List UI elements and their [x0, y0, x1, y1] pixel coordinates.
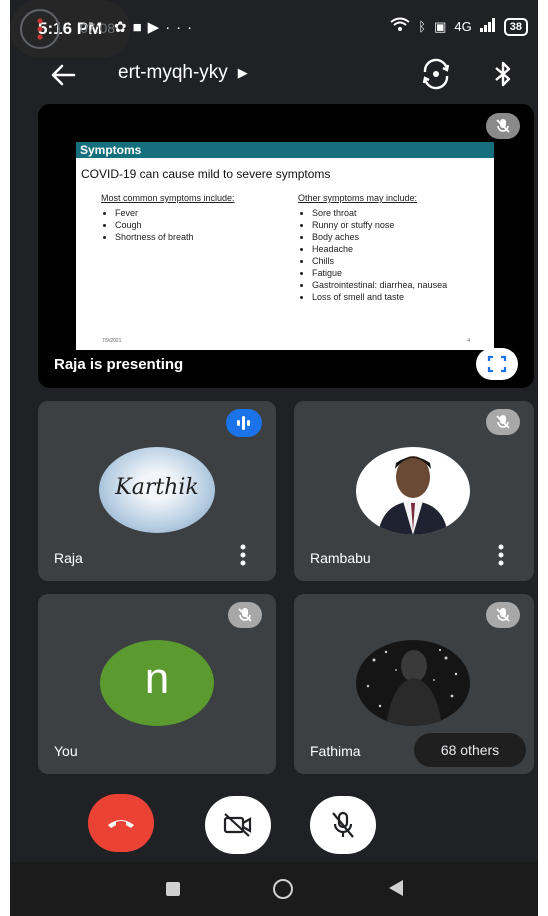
end-call-icon	[108, 820, 134, 828]
switch-camera-icon	[422, 58, 450, 90]
slide-date: 7/9/2021	[102, 338, 122, 344]
slide-right-item: Body aches	[312, 231, 458, 243]
slide-left-item: Cough	[115, 219, 241, 231]
slide-left-item: Shortness of breath	[115, 231, 241, 243]
participant-tile-you[interactable]: n You	[38, 594, 276, 774]
back-button[interactable]	[48, 60, 78, 90]
speaking-indicator-icon	[226, 409, 262, 437]
avatar-letter: n	[100, 640, 214, 726]
mic-off-icon	[486, 602, 520, 628]
mic-off-icon	[228, 602, 262, 628]
more-dots-icon: ···	[165, 19, 199, 36]
nav-back-icon[interactable]	[388, 879, 404, 902]
more-vert-icon	[498, 544, 504, 566]
more-options-button[interactable]	[494, 543, 508, 567]
slide-left-heading: Most common symptoms include:	[101, 193, 235, 203]
participant-name: Raja	[54, 550, 83, 566]
end-call-button[interactable]	[88, 794, 154, 852]
caret-right-icon: ▶	[237, 65, 248, 80]
slide-right-item: Headache	[312, 243, 458, 255]
participant-tile-rambabu[interactable]: Rambabu	[294, 401, 534, 581]
bluetooth-status-icon: ᛒ	[418, 19, 427, 34]
slide-right-item: Chills	[312, 255, 458, 267]
network-type: 4G	[454, 19, 472, 34]
gear-icon: ✿	[114, 19, 133, 36]
nfc-icon: ▣	[434, 18, 447, 34]
slide-right-heading: Other symptoms may include:	[298, 193, 418, 203]
participant-name: You	[54, 743, 78, 759]
mic-off-icon	[486, 409, 520, 435]
meeting-code: ert-myqh-yky	[118, 62, 228, 83]
camera-off-icon	[223, 813, 252, 837]
presentation-tile[interactable]: Symptoms COVID-19 can cause mild to seve…	[38, 104, 534, 388]
bluetooth-icon	[495, 61, 511, 87]
participant-tile-raja[interactable]: Karthik Raja	[38, 401, 276, 581]
wifi-icon	[390, 17, 410, 36]
video-icon: ■	[132, 19, 148, 36]
avatar-initial: n	[144, 654, 170, 703]
participant-tile-fathima[interactable]: Fathima 68 others	[294, 594, 534, 774]
slide-left-item: Fever	[115, 207, 241, 219]
presenting-label: Raja is presenting	[54, 356, 184, 373]
more-options-button[interactable]	[236, 543, 250, 567]
avatar-text: Karthik	[115, 475, 199, 500]
status-notification-icons: ✿■▶···	[114, 18, 198, 36]
play-icon: ▶	[147, 19, 166, 36]
more-options-icon[interactable]	[20, 9, 60, 49]
home-icon[interactable]	[273, 879, 293, 899]
meeting-code-button[interactable]: ert-myqh-yky ▶	[118, 62, 248, 84]
switch-camera-button[interactable]	[420, 58, 452, 90]
slide-right-item: Gastrointestinal: diarrhea, nausea	[312, 279, 458, 291]
signal-icon	[479, 18, 496, 35]
slide-right-item: Loss of smell and taste	[312, 291, 458, 303]
avatar-karthik: Karthik	[99, 447, 215, 533]
avatar-photo	[356, 447, 470, 535]
slide-right-column: Other symptoms may include: Sore throat …	[298, 193, 458, 303]
recents-icon[interactable]	[166, 882, 180, 896]
meet-screen: 5:16 PM ✿■▶··· ᛒ ▣ 4G 38 ert-myqh-yky ▶	[10, 0, 538, 916]
meeting-header: ert-myqh-yky ▶	[10, 52, 538, 96]
system-nav-bar	[10, 862, 538, 916]
mic-off-icon	[486, 113, 520, 139]
bluetooth-audio-button[interactable]	[490, 59, 516, 89]
slide-left-column: Most common symptoms include: Fever Coug…	[101, 193, 241, 243]
slide-page-number: 4	[467, 338, 470, 344]
slide-right-item: Sore throat	[312, 207, 458, 219]
slide-right-item: Fatigue	[312, 267, 458, 279]
mic-toggle-button[interactable]	[310, 796, 376, 854]
call-timer: 07:08	[80, 20, 116, 36]
participant-name: Rambabu	[310, 550, 371, 566]
more-vert-icon	[240, 544, 246, 566]
slide-title: Symptoms	[76, 142, 494, 158]
slide-subtitle: COVID-19 can cause mild to severe sympto…	[81, 167, 331, 181]
status-right: ᛒ ▣ 4G 38	[390, 17, 528, 36]
fullscreen-icon	[487, 355, 507, 373]
mic-off-icon	[332, 811, 354, 838]
participant-name: Fathima	[310, 743, 361, 759]
camera-toggle-button[interactable]	[205, 796, 271, 854]
slide-right-item: Runny or stuffy nose	[312, 219, 458, 231]
back-arrow-icon	[51, 64, 76, 86]
fullscreen-button[interactable]	[476, 348, 518, 380]
shared-slide: Symptoms COVID-19 can cause mild to seve…	[76, 142, 494, 350]
avatar-photo	[356, 640, 470, 726]
others-count-chip[interactable]: 68 others	[414, 733, 526, 767]
battery-level: 38	[503, 17, 528, 36]
